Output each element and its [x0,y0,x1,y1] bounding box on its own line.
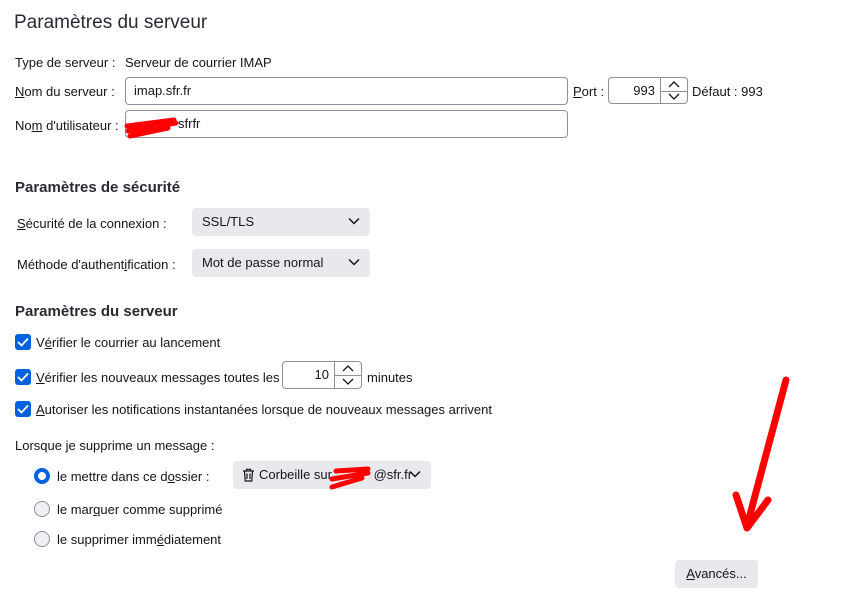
trash-folder-value: Corbeille sur @sfr.fr [259,461,412,489]
trash-folder-select[interactable]: Corbeille sur @sfr.fr [233,461,431,489]
delete-immediately-radio[interactable] [34,531,50,547]
port-default-text: Défaut : 993 [692,84,763,99]
checkmark-icon [17,337,29,347]
page-title: Paramètres du serveur [14,12,208,33]
chevron-down-icon [348,217,360,225]
trash-folder-account: @sfr.fr [373,467,413,482]
auth-method-label-pre: Méthode d'authent [17,257,125,272]
connection-security-label: Sécurité de la connexion : [17,216,167,231]
interval-increment-button[interactable] [335,362,361,376]
chevron-down-icon [409,470,421,478]
delete-immediately-label-text: diatement [163,532,222,547]
notify-label-text: utoriser les notifications instantanées … [44,402,492,417]
server-type-value: Serveur de courrier IMAP [125,55,272,70]
server-name-label-accesskey: N [15,84,25,99]
move-to-folder-label[interactable]: le mettre dans ce dossier : [57,469,209,484]
check-new-checkbox[interactable] [15,369,31,385]
move-to-folder-radio[interactable] [34,468,50,484]
trash-folder-name: Corbeille sur [259,467,336,482]
server-name-input[interactable]: imap.sfr.fr [125,77,568,105]
chevron-down-icon [342,378,354,385]
delete-immediately-accesskey: é [156,532,164,547]
server-type-label: Type de serveur : [15,55,116,70]
connection-security-select[interactable]: SSL/TLS [192,208,370,236]
red-arrow-icon [732,376,790,532]
port-decrement-button[interactable] [661,91,687,104]
move-to-folder-label-pre: le mettre dans ce d [57,469,168,484]
advanced-button[interactable]: Avancés... [675,560,758,588]
connection-security-value: SSL/TLS [202,214,255,229]
advanced-accesskey: A [686,566,695,581]
check-startup-label-text: rifier le courrier au lancement [51,335,221,350]
advanced-button-label: vancés... [694,566,747,581]
check-startup-label[interactable]: Vérifier le courrier au lancement [36,335,220,350]
delete-immediately-label-pre: le supprimer imm [57,532,157,547]
check-interval-value: 10 [314,367,329,382]
connection-security-label-text: écurité de la connexion : [25,216,167,231]
notify-checkbox[interactable] [15,401,31,417]
chevron-up-icon [342,365,354,372]
auth-method-label-text: fication : [127,257,176,272]
notify-label[interactable]: Autoriser les notifications instantanées… [36,402,492,417]
server-name-label-text: om du serveur : [24,84,115,99]
port-stepper[interactable]: 993 [608,77,688,104]
port-increment-button[interactable] [661,78,687,92]
username-label-accesskey: m [31,118,43,133]
check-startup-label-pre: V [36,335,45,350]
server-name-label: Nom du serveur : [15,84,115,99]
chevron-up-icon [668,80,680,88]
auth-method-select[interactable]: Mot de passe normal [192,249,370,277]
check-new-label[interactable]: Vérifier les nouveaux messages toutes le… [36,370,280,385]
mark-deleted-label-pre: le mar [57,502,94,517]
port-stepper-arrows [660,78,687,103]
chevron-down-icon [668,93,680,101]
delete-immediately-label[interactable]: le supprimer immédiatement [57,532,221,547]
username-label-pre: No [15,118,32,133]
mark-deleted-label-text: uer comme supprimé [100,502,223,517]
username-input[interactable]: sfrfr [125,110,568,138]
check-new-accesskey: V [36,370,45,385]
trash-icon [243,468,254,482]
interval-decrement-button[interactable] [335,375,361,388]
checkmark-icon [17,404,29,414]
check-new-label-text: érifier les nouveaux messages toutes les [44,370,280,385]
username-label-text: d'utilisateur : [42,118,119,133]
check-interval-arrows [334,362,361,388]
delete-behaviour-label: Lorsque je supprime un message : [15,438,215,453]
check-startup-checkbox[interactable] [15,334,31,350]
check-interval-stepper[interactable]: 10 [282,361,362,389]
checkmark-icon [17,372,29,382]
username-label: Nom d'utilisateur : [15,118,119,133]
security-section-title: Paramètres de sécurité [15,179,181,196]
notify-accesskey: A [36,402,45,417]
connection-security-accesskey: S [17,216,26,231]
port-label-accesskey: P [573,84,582,99]
auth-method-label: Méthode d'authentification : [17,257,176,272]
port-label-text: ort : [581,84,605,99]
server-settings-section-title: Paramètres du serveur [15,303,178,320]
chevron-down-icon [348,258,360,266]
port-value: 993 [633,83,655,98]
move-to-folder-label-text: ssier : [174,469,210,484]
mark-deleted-label[interactable]: le marquer comme supprimé [57,502,222,517]
port-label: Port : [573,84,604,99]
auth-method-value: Mot de passe normal [202,255,324,270]
check-interval-unit: minutes [367,370,413,385]
mark-deleted-radio[interactable] [34,501,50,517]
move-to-folder-accesskey: o [167,469,175,484]
check-startup-accesskey: é [44,335,52,350]
